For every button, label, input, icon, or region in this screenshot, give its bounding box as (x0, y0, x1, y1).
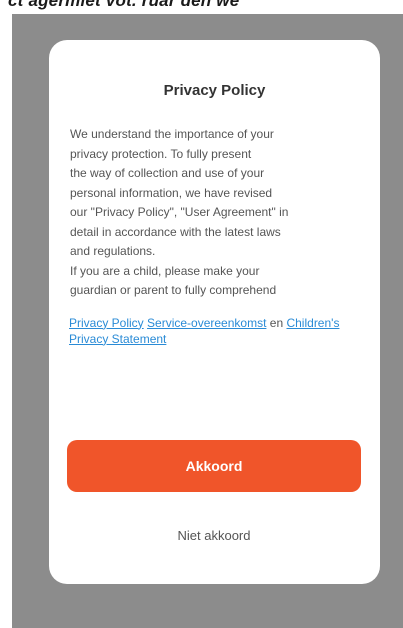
service-agreement-link[interactable]: Service-overeenkomst (147, 316, 266, 330)
agree-button[interactable]: Akkoord (67, 440, 361, 492)
privacy-dialog: Privacy Policy We understand the importa… (49, 40, 380, 584)
background-text: ct agermiet vot. ruar den we (8, 0, 240, 10)
background-page-text: ct agermiet vot. ruar den we (0, 0, 403, 14)
links-connector: en (269, 315, 284, 330)
dialog-body-text: We understand the importance of your pri… (70, 127, 289, 297)
dialog-title: Privacy Policy (163, 82, 266, 99)
privacy-policy-link[interactable]: Privacy Policy (69, 316, 144, 330)
policy-links: Privacy Policy Service-overeenkomst en C… (69, 315, 360, 347)
disagree-button[interactable]: Niet akkoord (67, 520, 361, 550)
